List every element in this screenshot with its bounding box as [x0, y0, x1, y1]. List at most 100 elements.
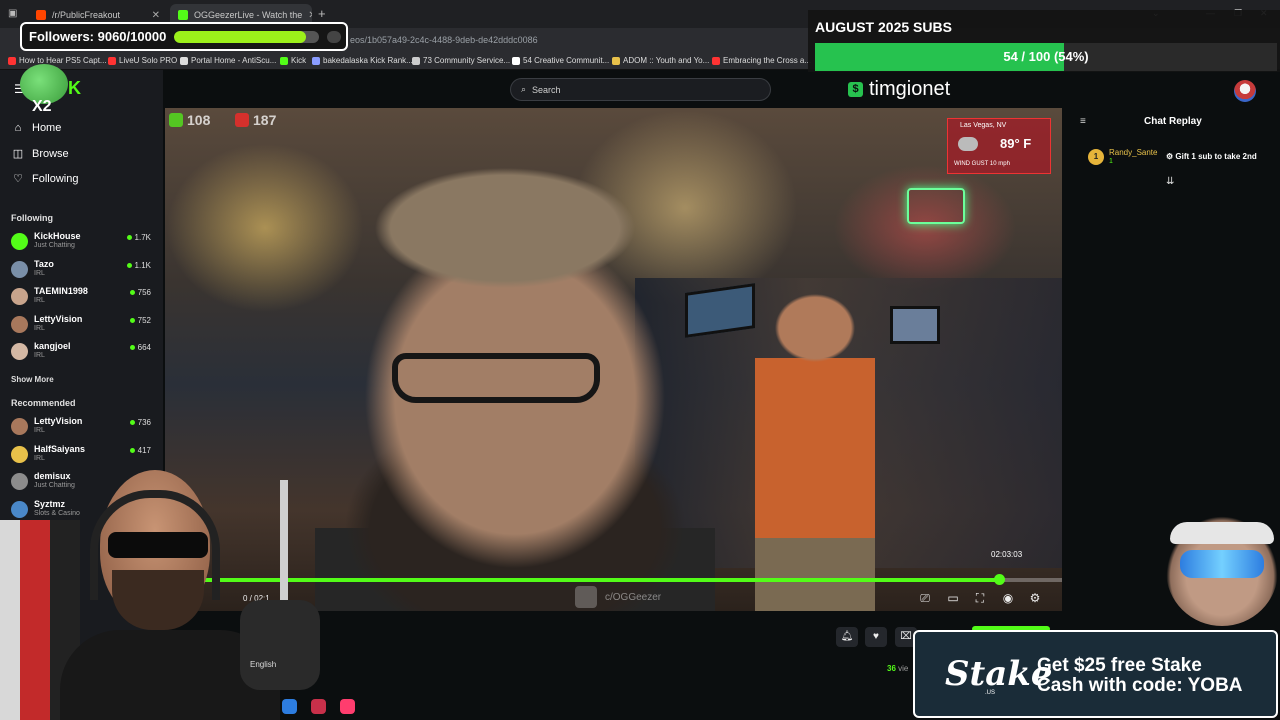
followers-goal-widget: Followers: 9060/10000 [20, 22, 348, 51]
channel-avatar [11, 260, 28, 278]
close-tab-icon[interactable]: ✕ [152, 10, 160, 21]
bookmark-4[interactable]: Kick [280, 56, 306, 65]
kick-icon [280, 56, 288, 65]
home-icon: ⌂ [14, 122, 22, 134]
channel-category: IRL [34, 352, 45, 359]
gift-icon: ⚙ [1166, 152, 1176, 161]
bookmark-5[interactable]: bakedalaska Kick Rank... [312, 56, 413, 65]
notification-bell-icon[interactable]: 🔔︎ [836, 627, 858, 647]
scroll-down-icon[interactable]: ⇊ [1166, 176, 1174, 187]
microphone [240, 600, 320, 690]
sidebar-item-home[interactable]: ⌂ Home [12, 122, 62, 134]
settings-gear-icon[interactable]: ⚙ [1027, 590, 1043, 606]
clip-icon[interactable]: ⎚ [917, 590, 933, 606]
youtube-icon [712, 56, 720, 65]
seek-time-tooltip: 02:03:03 [991, 550, 1023, 559]
browse-icon: ◫ [12, 148, 24, 160]
search-input[interactable]: ⌕ Search [510, 78, 771, 101]
avatar-sunglasses [1180, 550, 1264, 578]
logo-text: X2 [32, 98, 52, 115]
channel-category: IRL [34, 324, 45, 332]
fullscreen-icon[interactable]: ⛶ [972, 590, 988, 606]
bookmark-icon [180, 56, 188, 65]
sidebar-following-item-2[interactable]: TAEMIN1998 IRL 756 [11, 286, 151, 312]
bookmark-9[interactable]: Embracing the Cross a... [712, 56, 811, 65]
person-in-background [755, 288, 875, 611]
chat-username[interactable]: Randy_Sante [1109, 148, 1157, 157]
obs-icon[interactable] [311, 699, 326, 714]
recommended-section-title: Recommended [11, 398, 76, 408]
reddit-icon [36, 10, 46, 20]
chat-gift-text: ⚙ Gift 1 sub to take 2nd [1166, 152, 1257, 161]
youtube-viewer-count: 187 [235, 112, 276, 128]
channel-viewers: 756 [130, 288, 151, 297]
channel-avatar [11, 473, 28, 490]
channel-viewers: 752 [130, 316, 151, 325]
followers-progress-bar [174, 30, 320, 43]
follow-heart-icon[interactable]: ♥ [865, 627, 887, 647]
heart-icon: ♡ [13, 173, 23, 185]
sidebar-item-following[interactable]: ♡ Following [12, 172, 78, 186]
channel-category: Just Chatting [34, 482, 75, 489]
sidebar-recommended-item-2[interactable]: demisux Just Chatting [11, 471, 151, 497]
streamer-glasses [392, 353, 600, 403]
followers-label: Followers: 9060/10000 [29, 29, 167, 44]
language-label: English [250, 660, 277, 669]
show-more-link[interactable]: Show More [11, 375, 54, 384]
channel-avatar [11, 445, 28, 463]
bookmark-3[interactable]: Portal Home - AntiScu... [180, 56, 276, 65]
channel-category: Slots & Casino [34, 509, 80, 517]
chat-menu-icon[interactable]: ≡ [1080, 116, 1086, 127]
channel-name: Syztmz [34, 498, 66, 509]
sub-badge: 1 [1088, 149, 1104, 165]
sidebar-recommended-item-3[interactable]: Syztmz Slots & Casino [11, 499, 151, 525]
channel-avatar [11, 315, 28, 333]
taskbar-icons [282, 699, 355, 714]
url-text[interactable]: eos/1b057a49-2c4c-4488-9deb-de42dddc0086 [350, 35, 538, 45]
youtube-icon [8, 56, 16, 65]
cloud-icon [958, 137, 978, 151]
stream-logo: K X2 [20, 60, 100, 116]
tab-title: OGGeezerLive - Watch the [194, 10, 303, 20]
music-icon[interactable] [340, 699, 355, 714]
tab-list-icon[interactable]: ▣ [8, 8, 17, 19]
youtube-icon [235, 113, 249, 127]
channel-viewers: 664 [130, 343, 151, 352]
close-tab-icon[interactable]: ✕ [308, 10, 312, 21]
channel-category: Just Chatting [34, 242, 75, 249]
stream-watermark: c/OGGeezer [575, 586, 661, 608]
streamer-cartoon-avatar [1166, 516, 1278, 626]
playback-speed-icon[interactable]: ◉ [1000, 590, 1016, 606]
followers-progress-fill [174, 30, 306, 43]
sidebar-recommended-item-0[interactable]: LettyVision IRL 736 [11, 416, 151, 442]
neon-sign [907, 188, 965, 224]
channel-category: IRL [34, 269, 45, 277]
theater-mode-icon[interactable]: ▭ [945, 590, 961, 606]
bookmark-8[interactable]: ADOM :: Youth and Yo... [612, 56, 709, 65]
sidebar-item-browse[interactable]: ◫ Browse [12, 147, 69, 161]
user-avatar[interactable] [1234, 80, 1256, 102]
channel-name: LettyVision [34, 416, 83, 426]
bookmark-7[interactable]: 54 Creative Communit... [512, 56, 609, 65]
followers-bar-end [327, 30, 342, 43]
dollar-icon: $ [848, 82, 863, 97]
sidebar-recommended-item-1[interactable]: HalfSaiyans IRL 417 [11, 444, 151, 470]
sidebar-following-item-1[interactable]: Tazo IRL 1.1K [11, 259, 151, 285]
bookmark-6[interactable]: 73 Community Service... [412, 56, 510, 65]
bar-tv [890, 306, 940, 344]
chat-message: 1 Randy_Sante 1 ⚙ Gift 1 sub to take 2nd [1088, 146, 1276, 172]
stake-promo-text: Get $25 free Stake Cash with code: YOBA [1037, 655, 1243, 696]
kick-viewer-count: 108 [169, 112, 210, 128]
sidebar-following-item-4[interactable]: kangjoel IRL 664 [11, 341, 151, 367]
following-section-title: Following [11, 213, 53, 223]
sidebar-following-item-3[interactable]: LettyVision IRL 752 [11, 314, 151, 340]
bookmark-2[interactable]: LiveU Solo PRO [108, 56, 177, 65]
channel-name: LettyVision [34, 313, 83, 324]
browser-icon[interactable] [282, 699, 297, 714]
channel-viewers: 1.1K [127, 261, 151, 270]
sidebar-following-item-0[interactable]: KickHouse Just Chatting 1.7K [11, 231, 151, 257]
avatar-hat [1170, 522, 1274, 544]
subs-title: AUGUST 2025 SUBS [815, 19, 952, 35]
new-tab-icon[interactable]: + [318, 6, 326, 21]
channel-name: KickHouse [34, 231, 81, 241]
